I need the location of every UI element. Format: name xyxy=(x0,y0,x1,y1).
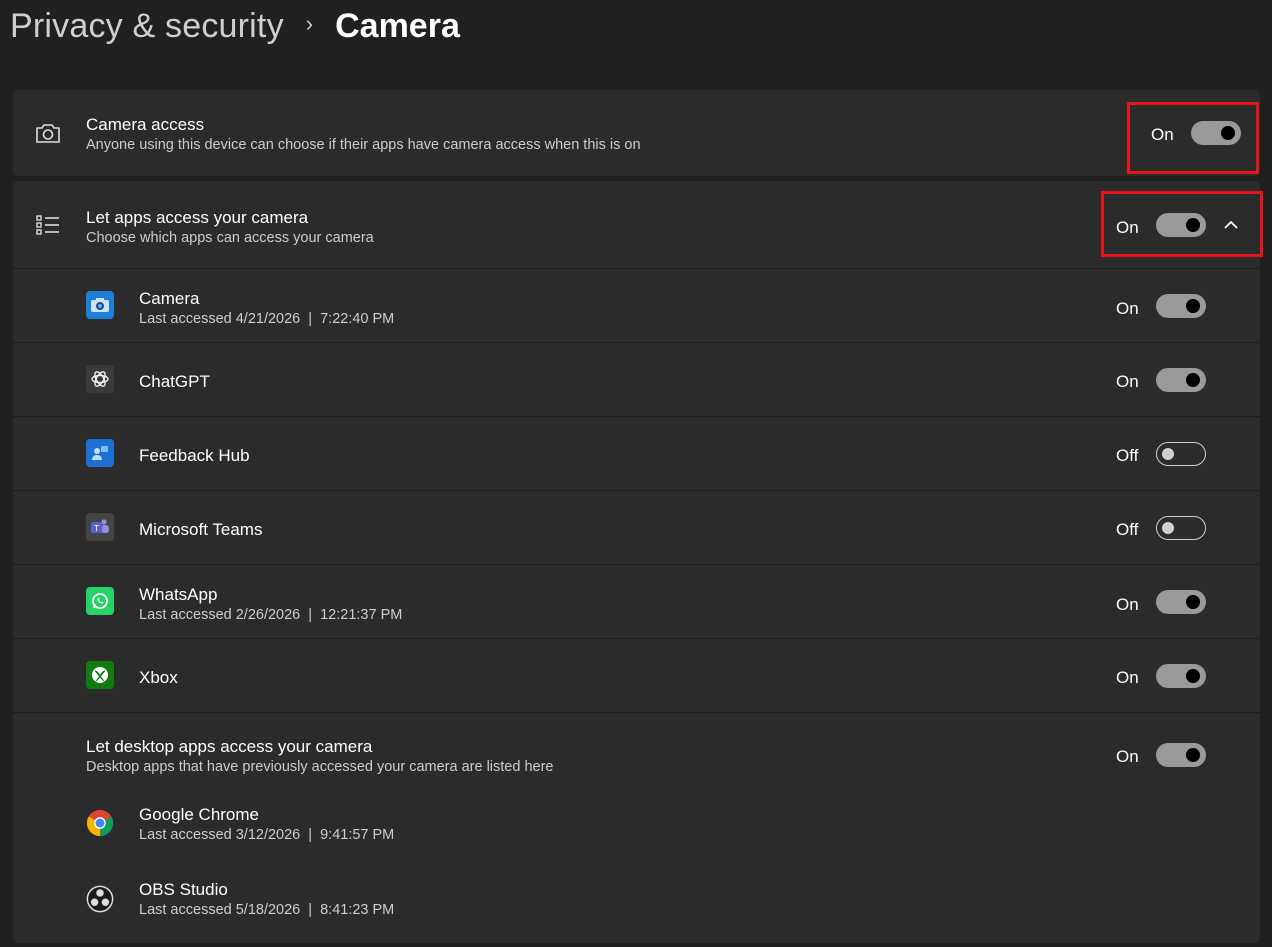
app-state-label: On xyxy=(1116,595,1139,614)
desktop-apps-toggle[interactable] xyxy=(1156,743,1206,767)
desktop-app-name: Google Chrome xyxy=(139,805,260,824)
app-name: Xbox xyxy=(139,668,178,687)
app-state-label: On xyxy=(1116,372,1139,391)
app-name: Camera xyxy=(139,289,200,308)
camera-app-icon xyxy=(86,291,114,319)
whatsapp-icon xyxy=(86,587,114,615)
desktop-apps-section: Let desktop apps access your camera Desk… xyxy=(13,712,1260,944)
breadcrumb: Privacy & security › Camera xyxy=(10,0,460,52)
let-apps-header-row: Let apps access your camera Choose which… xyxy=(13,181,1260,268)
app-toggle-microsoft-teams[interactable] xyxy=(1156,516,1206,540)
toggle-knob xyxy=(1186,748,1200,762)
microsoft-teams-icon: T xyxy=(86,513,114,541)
app-toggle-feedback-hub[interactable] xyxy=(1156,442,1206,466)
let-apps-card: Let apps access your camera Choose which… xyxy=(13,181,1260,943)
camera-access-subtitle: Anyone using this device can choose if t… xyxy=(86,137,641,153)
toggle-knob xyxy=(1162,448,1174,460)
app-state-label: On xyxy=(1116,299,1139,318)
obs-studio-icon xyxy=(86,885,114,913)
desktop-app-last-accessed: Last accessed 3/12/2026 | 9:41:57 PM xyxy=(139,827,395,843)
app-state-label: On xyxy=(1116,668,1139,687)
desktop-apps-title: Let desktop apps access your camera xyxy=(86,737,373,756)
app-name: Feedback Hub xyxy=(139,446,250,465)
desktop-apps-state-label: On xyxy=(1116,747,1139,766)
app-toggle-xbox[interactable] xyxy=(1156,664,1206,688)
app-name: WhatsApp xyxy=(139,585,218,604)
feedback-hub-icon xyxy=(86,439,114,467)
toggle-knob xyxy=(1186,595,1200,609)
app-state-label: Off xyxy=(1116,446,1139,465)
svg-text:T: T xyxy=(93,524,99,533)
breadcrumb-parent-link[interactable]: Privacy & security xyxy=(10,7,284,46)
camera-icon xyxy=(34,119,62,147)
toggle-knob xyxy=(1186,299,1200,313)
breadcrumb-separator: › xyxy=(305,11,314,36)
page-title: Camera xyxy=(335,6,460,45)
app-row-chatgpt: ChatGPT On xyxy=(13,342,1260,416)
desktop-app-name: OBS Studio xyxy=(139,880,228,899)
let-apps-subtitle: Choose which apps can access your camera xyxy=(86,230,374,246)
app-row-microsoft-teams: T Microsoft Teams Off xyxy=(13,490,1260,564)
app-name: ChatGPT xyxy=(139,372,210,391)
app-row-camera: Camera Last accessed 4/21/2026 | 7:22:40… xyxy=(13,268,1260,342)
camera-access-title: Camera access xyxy=(86,115,205,134)
chatgpt-icon xyxy=(86,365,114,393)
highlight-box-camera-access xyxy=(1127,102,1259,174)
app-row-whatsapp: WhatsApp Last accessed 2/26/2026 | 12:21… xyxy=(13,564,1260,638)
xbox-icon xyxy=(86,661,114,689)
app-toggle-chatgpt[interactable] xyxy=(1156,368,1206,392)
desktop-apps-subtitle: Desktop apps that have previously access… xyxy=(86,759,554,775)
toggle-knob xyxy=(1186,669,1200,683)
toggle-knob xyxy=(1162,522,1174,534)
app-last-accessed: Last accessed 2/26/2026 | 12:21:37 PM xyxy=(139,607,403,623)
let-apps-title: Let apps access your camera xyxy=(86,208,309,227)
camera-access-card: Camera access Anyone using this device c… xyxy=(13,90,1260,176)
app-row-feedback-hub: Feedback Hub Off xyxy=(13,416,1260,490)
app-toggle-camera[interactable] xyxy=(1156,294,1206,318)
app-last-accessed: Last accessed 4/21/2026 | 7:22:40 PM xyxy=(139,311,395,327)
desktop-app-last-accessed: Last accessed 5/18/2026 | 8:41:23 PM xyxy=(139,902,395,918)
app-name: Microsoft Teams xyxy=(139,520,263,539)
toggle-knob xyxy=(1186,373,1200,387)
highlight-box-let-apps xyxy=(1101,191,1263,257)
app-row-xbox: Xbox On xyxy=(13,638,1260,712)
google-chrome-icon xyxy=(86,809,114,837)
app-state-label: Off xyxy=(1116,520,1139,539)
list-icon xyxy=(34,211,62,239)
app-toggle-whatsapp[interactable] xyxy=(1156,590,1206,614)
